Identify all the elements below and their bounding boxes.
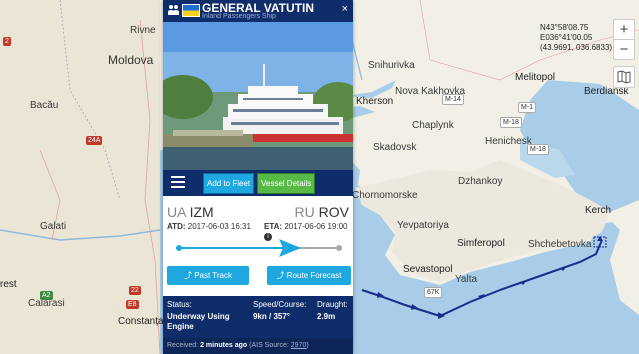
place-label: Moldova [108,53,154,67]
vessel-actions-bar: Add to Fleet Vessel Details [163,170,353,196]
cursor-coordinates: N43°58'08.75 E036°41'00.05 (43.9691, 036… [540,23,612,53]
past-track-button[interactable]: ⤴ Past Track [167,266,249,285]
place-label: Kerch [585,205,612,216]
close-popup-button[interactable]: × [342,3,348,15]
voyage-section: UA IZM RU ROV ATD: 2017-06-03 16:31 ETA:… [163,196,353,292]
arrival-marker [336,245,342,251]
place-label: Snihurivka [368,60,415,71]
draught-value: 2.9m [317,312,336,321]
place-label: Bacău [30,100,59,111]
place-label: Simferopol [457,238,505,249]
zoom-out-button[interactable]: − [614,39,634,59]
voyage-progress [176,239,342,257]
place-label: Chaplynk [412,120,454,131]
draught-label: Draught: [317,300,348,309]
road-shield: 22 [129,286,141,295]
latitude-readout: N43°58'08.75 [540,23,589,32]
decimal-coordinates: (43.9691, 036.6833) [540,43,613,52]
speed-course-label: Speed/Course: [253,300,307,309]
vessel-type: Inland Passengers Ship [202,13,276,20]
passenger-vessel-icon [168,5,179,15]
place-label: rest [0,279,17,290]
road-shield: M-14 [442,94,464,105]
vessel-details-button[interactable]: Vessel Details [257,173,316,194]
vessel-popup-header: GENERAL VATUTIN Inland Passengers Ship × [163,0,353,22]
road-shield: A2 [40,291,53,300]
ais-source-link[interactable]: 2970 [291,342,307,349]
route-forecast-button[interactable]: ⤴ Route Forecast [267,266,351,285]
place-label: Kherson [356,96,394,107]
place-label: Yevpatoriya [397,220,449,231]
add-to-fleet-button[interactable]: Add to Fleet [203,173,255,194]
place-label: Galati [40,221,67,232]
received-footer: Received: 2 minutes ago (AIS Source: 297… [163,338,353,354]
map-layers-button[interactable] [613,66,635,88]
speed-course-value: 9kn / 357° [253,312,290,321]
zoom-in-button[interactable]: + [614,20,634,39]
road-shield: 67K [424,287,443,298]
atd: ATD: 2017-06-03 16:31 [167,222,251,231]
road-shield: M-1 [518,102,537,113]
status-value: Underway Using Engine [167,312,230,331]
place-label: Shchebetovka [528,239,592,250]
vessel-popup: GENERAL VATUTIN Inland Passengers Ship ×… [163,0,353,354]
place-label: Skadovsk [373,142,417,153]
menu-icon[interactable] [171,176,185,189]
status-label: Status: [167,300,192,309]
map-layers-icon [617,70,631,84]
road-shield: M-18 [527,144,549,155]
zoom-control: + − [613,19,635,60]
destination-port: RU ROV [294,204,349,220]
ukraine-flag-icon [182,4,200,17]
longitude-readout: E036°41'00.05 [540,33,593,42]
place-label: Chornomorske [352,190,418,201]
place-label: Constanța [118,316,164,327]
road-shield: 24A [86,136,103,145]
place-label: Henichesk [485,136,532,147]
vessel-photo[interactable] [163,22,353,170]
place-label: Rivne [130,25,156,36]
departure-marker [176,245,182,251]
place-label: Melitopol [515,72,556,83]
place-label: Sevastopol [403,264,453,275]
road-shield: M-18 [500,117,522,128]
place-label: Dzhankoy [458,176,503,187]
road-shield: 2 [3,37,11,46]
departure-port: UA IZM [167,204,214,220]
road-shield: E8 [126,300,139,309]
place-label: Yalta [455,274,478,285]
